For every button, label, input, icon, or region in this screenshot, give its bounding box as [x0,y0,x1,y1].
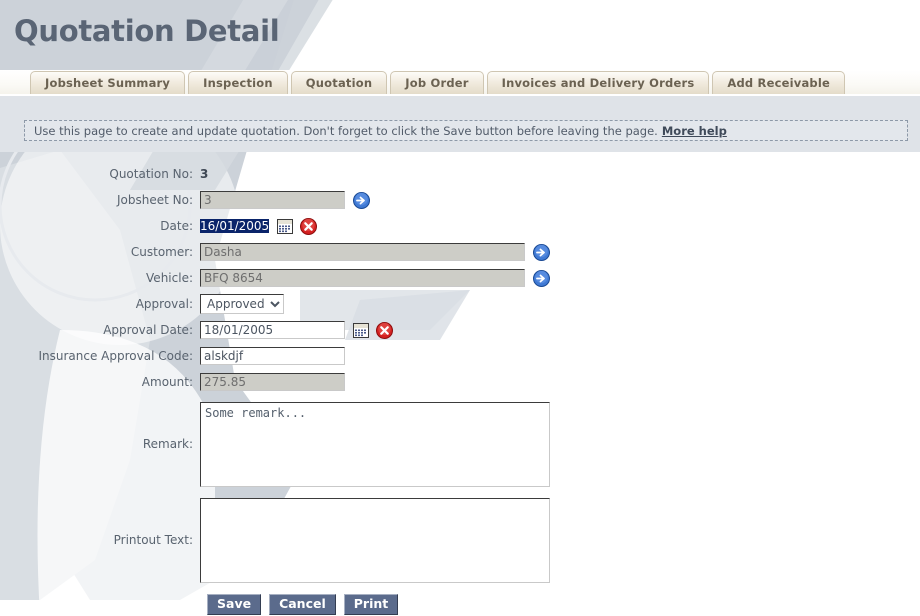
approval-date-label: Approval Date: [103,323,193,337]
vehicle-label: Vehicle: [146,271,193,285]
remark-label: Remark: [142,437,193,451]
red-delete-icon[interactable] [376,321,393,339]
field-row-date: Date: 16/01/2005 [0,214,920,238]
calendar-icon[interactable] [353,322,369,338]
amount-label: Amount: [141,375,193,389]
jobsheet-no-label: Jobsheet No: [116,193,193,207]
tab-list: Jobsheet Summary Inspection Quotation Jo… [30,71,845,94]
tab-label: Quotation [305,76,373,90]
quotation-no-value: 3 [200,167,209,181]
customer-input[interactable] [200,243,525,261]
quotation-form: Quotation No: 3 Jobsheet No: Date: [0,162,920,615]
tab-job-order[interactable]: Job Order [390,71,484,94]
tab-label: Add Receivable [727,76,830,90]
form-actions: Save Cancel Print [207,594,920,615]
field-row-jobsheet-no: Jobsheet No: [0,188,920,212]
tab-invoices-and-delivery-orders[interactable]: Invoices and Delivery Orders [486,71,710,94]
cancel-button[interactable]: Cancel [269,594,336,615]
calendar-icon[interactable] [277,218,294,234]
vehicle-input[interactable] [200,269,525,287]
tab-label: Job Order [405,76,469,90]
insurance-approval-code-input[interactable] [200,347,345,365]
page-title: Quotation Detail [14,14,280,48]
printout-textarea[interactable] [200,497,550,583]
blue-arrow-icon[interactable] [353,191,370,209]
tab-strip-underline [0,94,920,96]
tab-quotation[interactable]: Quotation [290,71,388,94]
tab-label: Jobsheet Summary [45,76,171,90]
field-row-remark: Remark: [0,398,920,490]
jobsheet-no-input[interactable] [200,191,345,209]
tab-jobsheet-summary[interactable]: Jobsheet Summary [30,71,186,94]
customer-label: Customer: [130,245,193,259]
field-row-vehicle: Vehicle: [0,266,920,290]
remark-textarea[interactable] [200,401,550,487]
date-label: Date: [160,219,193,233]
help-banner-text: Use this page to create and update quota… [34,123,658,138]
field-row-quotation-no: Quotation No: 3 [0,162,920,186]
save-button[interactable]: Save [207,594,262,615]
field-row-approval-date: Approval Date: [0,318,920,342]
insurance-approval-code-label: Insurance Approval Code: [38,349,193,363]
field-row-approval: Approval: Approved [0,292,920,316]
print-button[interactable]: Print [343,594,399,615]
date-input-value: 16/01/2005 [200,219,270,233]
blue-arrow-icon[interactable] [533,243,550,261]
field-row-customer: Customer: [0,240,920,264]
content-area: Use this page to create and update quota… [0,96,920,616]
help-banner: Use this page to create and update quota… [24,120,908,141]
more-help-link[interactable]: More help [662,124,727,138]
red-delete-icon[interactable] [300,217,318,235]
tab-label: Inspection [203,76,273,90]
field-row-insurance-approval-code: Insurance Approval Code: [0,344,920,368]
approval-select[interactable]: Approved [200,294,284,314]
approval-label: Approval: [135,297,193,311]
quotation-no-label: Quotation No: [109,167,193,181]
field-row-printout-text: Printout Text: [0,494,920,586]
tab-bar: Jobsheet Summary Inspection Quotation Jo… [0,70,920,96]
field-row-amount: Amount: [0,370,920,394]
printout-text-label: Printout Text: [113,533,193,547]
date-input[interactable]: 16/01/2005 [200,219,270,233]
blue-arrow-icon[interactable] [533,269,550,287]
approval-date-input[interactable] [200,321,345,339]
tab-add-receivable[interactable]: Add Receivable [712,71,845,94]
amount-input[interactable] [200,373,345,391]
tab-label: Invoices and Delivery Orders [501,76,695,90]
tab-inspection[interactable]: Inspection [188,71,288,94]
